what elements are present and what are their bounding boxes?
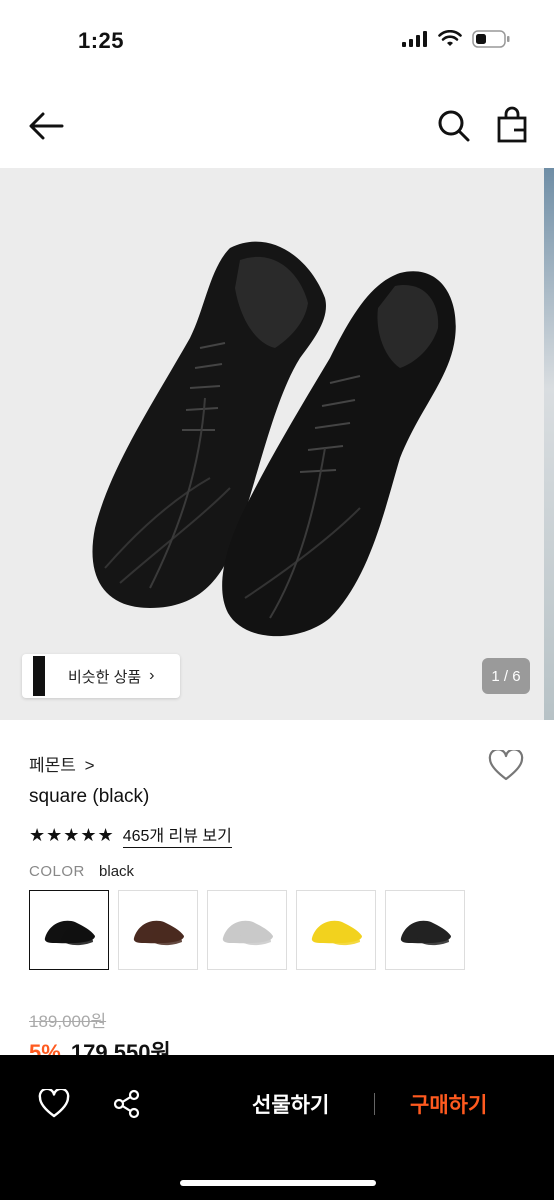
color-label: COLOR xyxy=(29,863,85,880)
home-indicator xyxy=(180,1180,376,1186)
chevron-right-icon: › xyxy=(149,667,155,684)
brand-chevron-icon: > xyxy=(84,756,95,775)
similar-products-label: 비슷한 상품 xyxy=(68,668,142,686)
color-swatch[interactable] xyxy=(29,890,109,970)
shopping-bag-icon xyxy=(497,106,527,143)
top-nav xyxy=(0,84,554,168)
next-image-peek xyxy=(544,168,554,720)
product-name: square (black) xyxy=(29,786,150,807)
swatch-shoe xyxy=(44,920,95,946)
brand-link[interactable]: 페몬트 > xyxy=(29,751,95,776)
signal-icon xyxy=(402,31,427,47)
color-swatch[interactable] xyxy=(118,890,198,970)
similar-thumbnail xyxy=(24,656,54,696)
bottom-action-bar: 선물하기 구매하기 xyxy=(0,1055,554,1200)
similar-products-button[interactable]: 비슷한 상품 › xyxy=(22,654,180,698)
status-bar: 1:25 xyxy=(0,0,554,84)
gift-button[interactable]: 선물하기 xyxy=(252,1089,329,1119)
share-icon xyxy=(113,1089,140,1119)
original-price: 189,000원 xyxy=(29,1012,107,1031)
color-row: COLOR black xyxy=(29,863,134,880)
image-counter: 1 / 6 xyxy=(482,658,530,694)
cart-button[interactable] xyxy=(496,106,532,144)
share-button[interactable] xyxy=(112,1089,142,1119)
action-divider xyxy=(374,1093,375,1115)
wifi-icon xyxy=(438,30,462,46)
buy-button[interactable]: 구매하기 xyxy=(410,1089,487,1119)
back-button[interactable] xyxy=(26,108,66,144)
search-button[interactable] xyxy=(436,108,472,144)
status-icons xyxy=(402,30,510,48)
reviews-link[interactable]: 465개 리뷰 보기 xyxy=(122,822,232,848)
arrow-left-icon xyxy=(29,112,64,140)
product-image xyxy=(92,241,456,637)
swatch-shoe xyxy=(311,920,362,946)
battery-icon xyxy=(472,30,510,48)
color-swatches xyxy=(29,890,465,970)
wishlist-button[interactable] xyxy=(488,748,524,782)
brand-name: 페몬트 xyxy=(29,756,76,775)
like-button[interactable] xyxy=(38,1087,70,1119)
swatch-shoe xyxy=(400,920,451,946)
color-swatch[interactable] xyxy=(385,890,465,970)
heart-icon xyxy=(38,1087,70,1118)
heart-icon xyxy=(488,748,524,781)
status-time: 1:25 xyxy=(78,28,125,53)
swatch-shoe xyxy=(222,920,273,946)
color-swatch[interactable] xyxy=(296,890,376,970)
swatch-shoe xyxy=(133,920,184,946)
product-image-gallery[interactable]: 비슷한 상품 › 1 / 6 xyxy=(0,168,554,720)
search-icon xyxy=(438,110,470,142)
color-swatch[interactable] xyxy=(207,890,287,970)
color-value: black xyxy=(99,863,135,880)
rating-stars: ★★★★★ xyxy=(29,824,115,845)
rating-row: ★★★★★ 465개 리뷰 보기 xyxy=(29,822,232,848)
